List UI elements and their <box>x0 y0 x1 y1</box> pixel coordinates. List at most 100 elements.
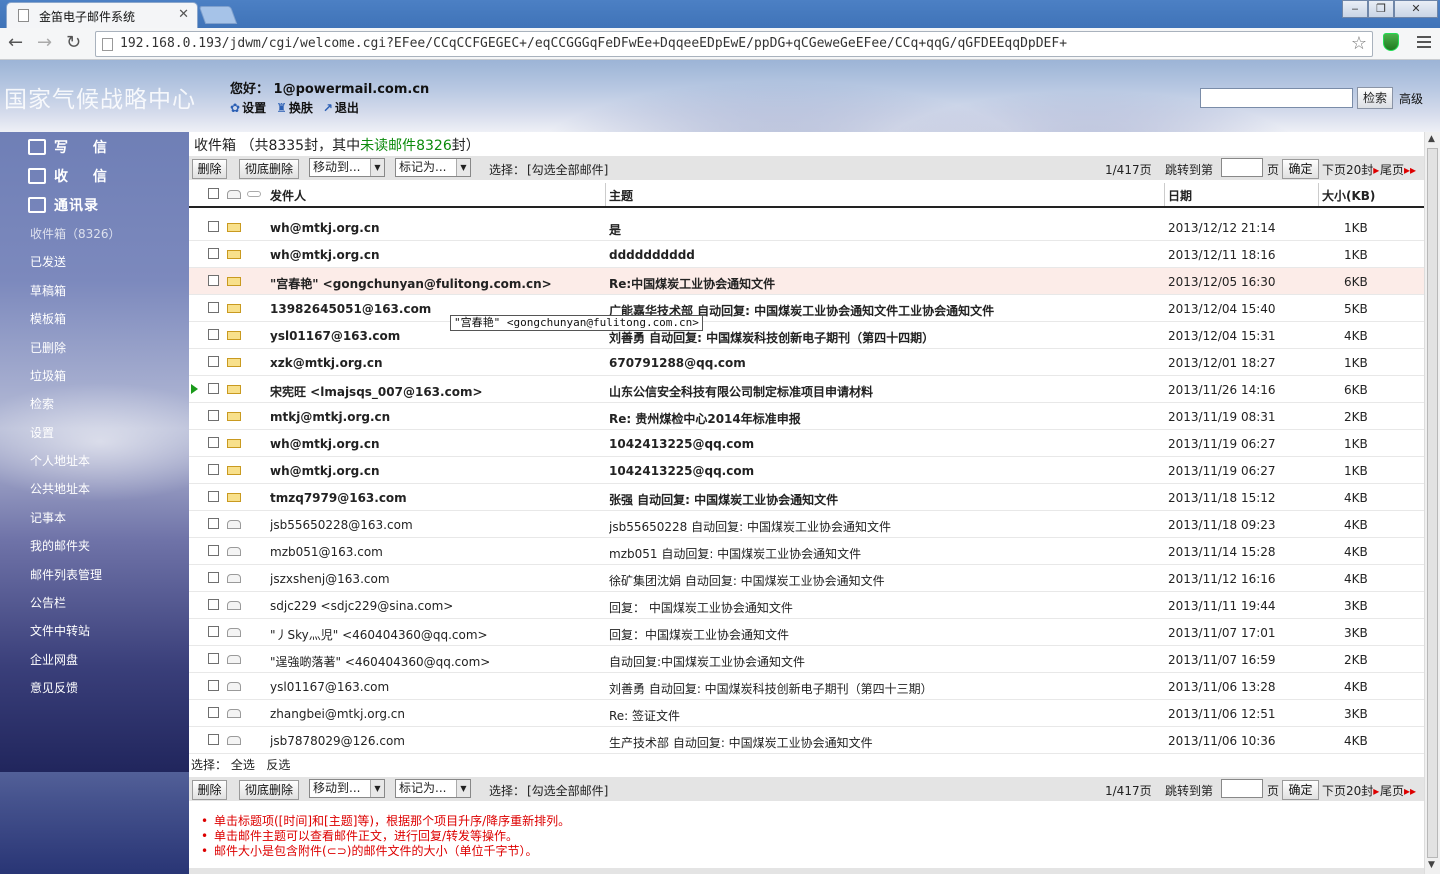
row-subject[interactable]: 张强 自动回复: 中国煤炭工业协会通知文件 <box>609 491 1164 508</box>
sidebar-item-netdisk[interactable]: 企业网盘 <box>30 651 78 668</box>
row-subject[interactable]: 自动回复:中国煤炭工业协会通知文件 <box>609 653 1164 670</box>
jump-confirm-button[interactable]: 确定 <box>1282 159 1319 179</box>
search-input[interactable] <box>1200 88 1353 108</box>
row-checkbox[interactable] <box>208 680 219 691</box>
row-checkbox[interactable] <box>208 356 219 367</box>
receive-nav[interactable]: 收 信 <box>28 166 117 186</box>
row-sender[interactable]: sdjc229 <sdjc229@sina.com> <box>270 599 600 613</box>
sidebar-item-templates[interactable]: 模板箱 <box>30 310 66 327</box>
sidebar-item-feedback[interactable]: 意见反馈 <box>30 679 78 696</box>
row-checkbox[interactable] <box>208 383 219 394</box>
sidebar-item-personal-addressbook[interactable]: 个人地址本 <box>30 452 90 469</box>
advanced-search-link[interactable]: 高级 <box>1399 90 1423 107</box>
row-subject[interactable]: 刘善勇 自动回复: 中国煤炭科技创新电子期刊（第四十三期） <box>609 680 1164 697</box>
row-checkbox[interactable] <box>208 491 219 502</box>
last-page-link[interactable]: 尾页▸▸ <box>1380 782 1416 799</box>
row-checkbox[interactable] <box>208 437 219 448</box>
row-checkbox[interactable] <box>208 248 219 259</box>
table-row[interactable]: "逞強啲落著" <460404360@qq.com> 自动回复:中国煤炭工业协会通… <box>189 646 1424 673</box>
row-sender[interactable]: tmzq7979@163.com <box>270 491 600 505</box>
row-subject[interactable]: 670791288@qq.com <box>609 356 1164 370</box>
scroll-down-icon[interactable]: ▼ <box>1428 860 1435 870</box>
purge-button[interactable]: 彻底删除 <box>239 159 299 179</box>
extension-shield-icon[interactable] <box>1383 33 1399 51</box>
row-checkbox[interactable] <box>208 518 219 529</box>
sidebar-item-mailing-lists[interactable]: 邮件列表管理 <box>30 566 102 583</box>
sidebar-item-public-addressbook[interactable]: 公共地址本 <box>30 480 90 497</box>
row-sender[interactable]: ysl01167@163.com <box>270 680 600 694</box>
sidebar-item-deleted[interactable]: 已删除 <box>30 339 66 356</box>
next-page-link[interactable]: 下页20封▸ <box>1322 161 1379 178</box>
invert-select-link[interactable]: 反选 <box>266 758 290 772</box>
sidebar-item-junk[interactable]: 垃圾箱 <box>30 367 66 384</box>
select-all-link[interactable]: [勾选全部邮件] <box>527 161 608 178</box>
row-checkbox[interactable] <box>208 545 219 556</box>
row-subject[interactable]: 山东公信安全科技有限公司制定标准项目申请材料 <box>609 383 1164 400</box>
row-sender[interactable]: jsb55650228@163.com <box>270 518 600 532</box>
row-sender[interactable]: wh@mtkj.org.cn <box>270 248 600 262</box>
row-checkbox[interactable] <box>208 734 219 745</box>
purge-button[interactable]: 彻底删除 <box>239 780 299 800</box>
row-sender[interactable]: jszxshenj@163.com <box>270 572 600 586</box>
column-size[interactable]: 大小(KB) <box>1322 187 1375 204</box>
jump-page-input[interactable] <box>1221 779 1263 798</box>
compose-nav[interactable]: 写 信 <box>28 137 117 157</box>
skin-link[interactable]: ♜ 换肤 <box>276 99 313 116</box>
table-row[interactable]: tmzq7979@163.com 张强 自动回复: 中国煤炭工业协会通知文件 201… <box>189 484 1424 511</box>
table-row[interactable]: zhangbei@mtkj.org.cn Re: 签证文件 2013/11/06 1… <box>189 700 1424 727</box>
row-checkbox[interactable] <box>208 626 219 637</box>
row-sender[interactable]: wh@mtkj.org.cn <box>270 437 600 451</box>
row-subject[interactable]: 1042413225@qq.com <box>609 437 1164 451</box>
vertical-scrollbar[interactable]: ▲ ▼ <box>1424 132 1440 874</box>
row-subject[interactable]: Re: 贵州煤检中心2014年标准申报 <box>609 410 1164 427</box>
row-subject[interactable]: 刘善勇 自动回复: 中国煤炭科技创新电子期刊（第四十四期） <box>609 329 1164 346</box>
row-subject[interactable]: 生产技术部 自动回复: 中国煤炭工业协会通知文件 <box>609 734 1164 751</box>
table-row[interactable]: ysl01167@163.com 刘善勇 自动回复: 中国煤炭科技创新电子期刊（第… <box>189 673 1424 700</box>
jump-page-input[interactable] <box>1221 158 1263 177</box>
sidebar-item-inbox[interactable]: 收件箱（8326） <box>30 225 121 242</box>
browser-tab[interactable]: 金笛电子邮件系统 ✕ <box>6 2 198 28</box>
table-row[interactable]: sdjc229 <sdjc229@sina.com> 回复： 中国煤炭工业协会通知… <box>189 592 1424 619</box>
table-row[interactable]: wh@mtkj.org.cn 1042413225@qq.com 2013/11/1… <box>189 430 1424 457</box>
scroll-up-icon[interactable]: ▲ <box>1428 134 1435 144</box>
column-subject[interactable]: 主题 <box>609 187 633 204</box>
table-row[interactable]: xzk@mtkj.org.cn 670791288@qq.com 2013/12/0… <box>189 349 1424 376</box>
row-checkbox[interactable] <box>208 221 219 232</box>
logout-link[interactable]: ↗ 退出 <box>323 99 359 116</box>
row-sender[interactable]: xzk@mtkj.org.cn <box>270 356 600 370</box>
select-all-link[interactable]: 全选 <box>231 758 255 772</box>
move-to-select[interactable]: 移动到... ▼ <box>309 158 385 177</box>
browser-menu-icon[interactable] <box>1417 36 1431 48</box>
row-sender[interactable]: 宋宪旺 <lmajsqs_007@163.com> <box>270 383 600 400</box>
mark-as-select[interactable]: 标记为... ▼ <box>395 779 471 798</box>
column-from[interactable]: 发件人 <box>270 187 306 204</box>
row-subject[interactable]: mzb051 自动回复: 中国煤炭工业协会通知文件 <box>609 545 1164 562</box>
table-row[interactable]: jszxshenj@163.com 徐矿集团沈娟 自动回复: 中国煤炭工业协会通知… <box>189 565 1424 592</box>
next-page-link[interactable]: 下页20封▸ <box>1322 782 1379 799</box>
table-row[interactable]: 13982645051@163.com 广能嘉华技术部 自动回复: 中国煤炭工业协… <box>189 295 1424 322</box>
row-subject[interactable]: 回复： 中国煤炭工业协会通知文件 <box>609 599 1164 616</box>
settings-link[interactable]: ✿ 设置 <box>230 99 266 116</box>
table-row[interactable]: wh@mtkj.org.cn dddddddddd 2013/12/11 18:16… <box>189 241 1424 268</box>
row-sender[interactable]: "宫春艳" <gongchunyan@fulitong.com.cn> <box>270 275 600 292</box>
row-checkbox[interactable] <box>208 572 219 583</box>
scroll-thumb[interactable] <box>1427 148 1438 858</box>
table-row[interactable]: "丿Sky灬児" <460404360@qq.com> 回复：中国煤炭工业协会通知… <box>189 619 1424 646</box>
row-checkbox[interactable] <box>208 464 219 475</box>
sidebar-item-drafts[interactable]: 草稿箱 <box>30 282 66 299</box>
forward-icon[interactable]: → <box>37 33 52 53</box>
row-sender[interactable]: wh@mtkj.org.cn <box>270 221 600 235</box>
row-sender[interactable]: jsb7878029@126.com <box>270 734 600 748</box>
column-date[interactable]: 日期 <box>1168 187 1192 204</box>
delete-button[interactable]: 删除 <box>192 159 227 179</box>
maximize-icon[interactable]: ❐ <box>1368 0 1394 18</box>
back-icon[interactable]: ← <box>8 33 23 53</box>
row-checkbox[interactable] <box>208 329 219 340</box>
sidebar-item-sent[interactable]: 已发送 <box>30 253 66 270</box>
new-tab-button[interactable] <box>198 6 238 24</box>
row-subject[interactable]: Re:中国煤炭工业协会通知文件 <box>609 275 1164 292</box>
table-row[interactable]: ysl01167@163.com 刘善勇 自动回复: 中国煤炭科技创新电子期刊（第… <box>189 322 1424 349</box>
row-sender[interactable]: 13982645051@163.com <box>270 302 600 316</box>
table-row[interactable]: mtkj@mtkj.org.cn Re: 贵州煤检中心2014年标准申报 2013/… <box>189 403 1424 430</box>
row-subject[interactable]: 是 <box>609 221 1164 238</box>
